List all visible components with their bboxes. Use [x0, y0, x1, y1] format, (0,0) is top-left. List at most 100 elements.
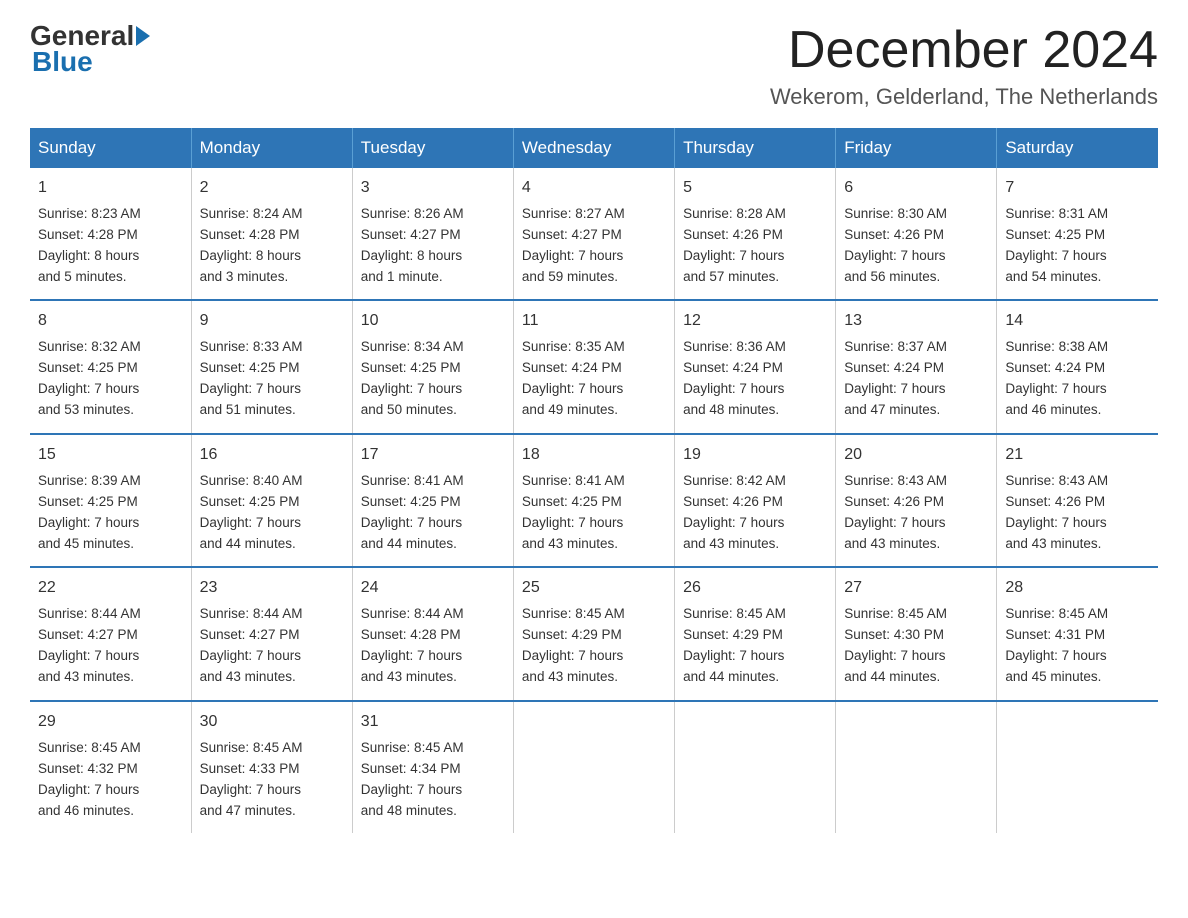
day-info-line: Sunset: 4:24 PM — [683, 358, 827, 379]
calendar-cell: 27Sunrise: 8:45 AMSunset: 4:30 PMDayligh… — [836, 567, 997, 700]
day-number: 30 — [200, 710, 344, 735]
header-friday: Friday — [836, 128, 997, 168]
day-info-line: Daylight: 7 hours — [522, 646, 666, 667]
day-number: 6 — [844, 176, 988, 201]
calendar-table: SundayMondayTuesdayWednesdayThursdayFrid… — [30, 128, 1158, 833]
day-info-line: Sunset: 4:25 PM — [38, 358, 183, 379]
day-number: 4 — [522, 176, 666, 201]
day-number: 15 — [38, 443, 183, 468]
header-monday: Monday — [191, 128, 352, 168]
day-info-line: Sunrise: 8:33 AM — [200, 337, 344, 358]
day-info-line: Daylight: 8 hours — [361, 246, 505, 267]
day-info-line: and 44 minutes. — [361, 534, 505, 555]
day-info-line: Sunset: 4:24 PM — [1005, 358, 1150, 379]
day-info-line: Daylight: 7 hours — [200, 513, 344, 534]
day-number: 14 — [1005, 309, 1150, 334]
day-info-line: Daylight: 7 hours — [361, 379, 505, 400]
day-number: 5 — [683, 176, 827, 201]
day-info-line: and 46 minutes. — [1005, 400, 1150, 421]
header-thursday: Thursday — [675, 128, 836, 168]
day-info-line: Daylight: 7 hours — [1005, 513, 1150, 534]
day-info-line: Daylight: 7 hours — [844, 646, 988, 667]
week-row-1: 1Sunrise: 8:23 AMSunset: 4:28 PMDaylight… — [30, 168, 1158, 300]
day-number: 3 — [361, 176, 505, 201]
day-info-line: Sunrise: 8:45 AM — [200, 738, 344, 759]
title-block: December 2024 Wekerom, Gelderland, The N… — [770, 20, 1158, 110]
calendar-cell: 13Sunrise: 8:37 AMSunset: 4:24 PMDayligh… — [836, 300, 997, 433]
day-info-line: and 57 minutes. — [683, 267, 827, 288]
calendar-cell: 15Sunrise: 8:39 AMSunset: 4:25 PMDayligh… — [30, 434, 191, 567]
day-number: 25 — [522, 576, 666, 601]
day-info-line: Daylight: 7 hours — [522, 513, 666, 534]
logo-arrow-icon — [136, 26, 150, 46]
day-info-line: Sunrise: 8:31 AM — [1005, 204, 1150, 225]
calendar-cell — [836, 701, 997, 833]
day-number: 20 — [844, 443, 988, 468]
day-info-line: and 3 minutes. — [200, 267, 344, 288]
day-info-line: Daylight: 7 hours — [683, 379, 827, 400]
day-info-line: and 45 minutes. — [1005, 667, 1150, 688]
day-info-line: Daylight: 7 hours — [844, 246, 988, 267]
calendar-cell: 8Sunrise: 8:32 AMSunset: 4:25 PMDaylight… — [30, 300, 191, 433]
calendar-cell: 16Sunrise: 8:40 AMSunset: 4:25 PMDayligh… — [191, 434, 352, 567]
day-info-line: and 59 minutes. — [522, 267, 666, 288]
day-info-line: Sunrise: 8:45 AM — [1005, 604, 1150, 625]
day-info-line: Sunset: 4:30 PM — [844, 625, 988, 646]
location-subtitle: Wekerom, Gelderland, The Netherlands — [770, 84, 1158, 110]
day-info-line: Daylight: 7 hours — [683, 246, 827, 267]
calendar-cell: 29Sunrise: 8:45 AMSunset: 4:32 PMDayligh… — [30, 701, 191, 833]
day-info-line: and 46 minutes. — [38, 801, 183, 822]
day-number: 19 — [683, 443, 827, 468]
calendar-cell: 28Sunrise: 8:45 AMSunset: 4:31 PMDayligh… — [997, 567, 1158, 700]
header-sunday: Sunday — [30, 128, 191, 168]
day-info-line: Daylight: 7 hours — [522, 379, 666, 400]
header-saturday: Saturday — [997, 128, 1158, 168]
day-number: 16 — [200, 443, 344, 468]
calendar-cell: 4Sunrise: 8:27 AMSunset: 4:27 PMDaylight… — [513, 168, 674, 300]
day-info-line: Daylight: 7 hours — [1005, 646, 1150, 667]
day-info-line: Daylight: 7 hours — [200, 780, 344, 801]
calendar-cell — [675, 701, 836, 833]
day-info-line: and 49 minutes. — [522, 400, 666, 421]
day-info-line: Sunrise: 8:32 AM — [38, 337, 183, 358]
day-info-line: Sunrise: 8:44 AM — [200, 604, 344, 625]
calendar-cell: 19Sunrise: 8:42 AMSunset: 4:26 PMDayligh… — [675, 434, 836, 567]
day-number: 22 — [38, 576, 183, 601]
day-info-line: Sunrise: 8:23 AM — [38, 204, 183, 225]
day-info-line: and 1 minute. — [361, 267, 505, 288]
day-info-line: Sunset: 4:24 PM — [522, 358, 666, 379]
day-info-line: Sunrise: 8:34 AM — [361, 337, 505, 358]
calendar-cell: 17Sunrise: 8:41 AMSunset: 4:25 PMDayligh… — [352, 434, 513, 567]
day-info-line: Sunrise: 8:45 AM — [361, 738, 505, 759]
day-info-line: Sunset: 4:25 PM — [522, 492, 666, 513]
day-info-line: and 43 minutes. — [683, 534, 827, 555]
day-info-line: Daylight: 7 hours — [683, 646, 827, 667]
day-number: 7 — [1005, 176, 1150, 201]
logo: General Blue — [30, 20, 152, 78]
day-info-line: Sunset: 4:26 PM — [844, 492, 988, 513]
day-number: 24 — [361, 576, 505, 601]
day-info-line: Sunset: 4:26 PM — [844, 225, 988, 246]
day-info-line: Sunset: 4:28 PM — [200, 225, 344, 246]
day-number: 2 — [200, 176, 344, 201]
calendar-cell: 26Sunrise: 8:45 AMSunset: 4:29 PMDayligh… — [675, 567, 836, 700]
calendar-cell: 12Sunrise: 8:36 AMSunset: 4:24 PMDayligh… — [675, 300, 836, 433]
header-wednesday: Wednesday — [513, 128, 674, 168]
calendar-cell: 5Sunrise: 8:28 AMSunset: 4:26 PMDaylight… — [675, 168, 836, 300]
day-number: 26 — [683, 576, 827, 601]
day-info-line: Sunset: 4:34 PM — [361, 759, 505, 780]
day-number: 17 — [361, 443, 505, 468]
day-info-line: Sunset: 4:26 PM — [683, 225, 827, 246]
day-info-line: Daylight: 7 hours — [522, 246, 666, 267]
day-info-line: and 56 minutes. — [844, 267, 988, 288]
day-info-line: and 43 minutes. — [38, 667, 183, 688]
day-info-line: and 48 minutes. — [361, 801, 505, 822]
day-info-line: Sunset: 4:28 PM — [361, 625, 505, 646]
day-info-line: Sunset: 4:26 PM — [683, 492, 827, 513]
day-info-line: and 50 minutes. — [361, 400, 505, 421]
logo-blue: Blue — [30, 46, 93, 78]
day-info-line: Sunrise: 8:37 AM — [844, 337, 988, 358]
day-info-line: Sunrise: 8:30 AM — [844, 204, 988, 225]
day-info-line: and 44 minutes. — [683, 667, 827, 688]
week-row-4: 22Sunrise: 8:44 AMSunset: 4:27 PMDayligh… — [30, 567, 1158, 700]
